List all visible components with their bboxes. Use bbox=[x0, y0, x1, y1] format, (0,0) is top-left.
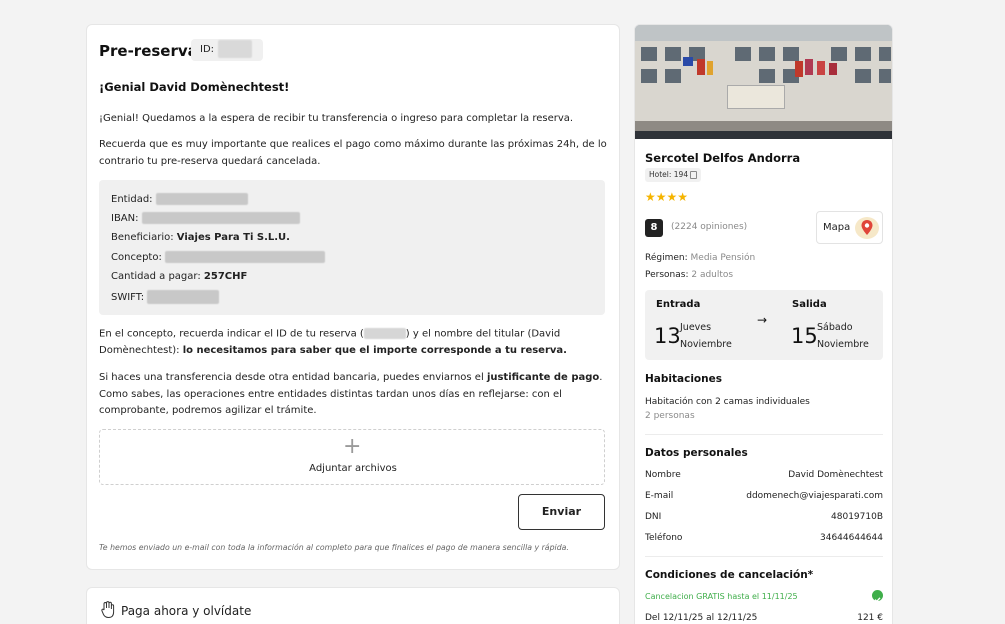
bank-concepto-redacted bbox=[165, 251, 326, 263]
bank-iban-redacted bbox=[141, 212, 300, 224]
cancel-range-price: 121 € bbox=[857, 613, 883, 623]
transfer-text-period: . bbox=[599, 372, 603, 383]
room-people: 2 personas bbox=[645, 411, 695, 421]
checkin-month: Noviembre bbox=[680, 339, 732, 350]
star-icon: ★ bbox=[677, 190, 689, 204]
concept-text-c: Domènechtest): bbox=[99, 345, 180, 356]
pay-now-title: Paga ahora y olvídate bbox=[121, 604, 252, 618]
star-icon: ★ bbox=[655, 190, 667, 204]
concept-text-a: En el concepto, recuerda indicar el ID d… bbox=[99, 328, 364, 340]
checkout-day: 15 bbox=[791, 324, 818, 348]
checkin-weekday: Jueves bbox=[680, 322, 712, 333]
rating-score: 8 bbox=[645, 219, 663, 237]
regimen-value: Media Pensión bbox=[690, 253, 756, 263]
star-icon: ★ bbox=[645, 190, 656, 204]
checkout-weekday: Sábado bbox=[817, 322, 853, 333]
bank-entidad-row: Entidad: bbox=[111, 193, 248, 205]
map-label: Mapa bbox=[823, 222, 851, 233]
bank-entidad-redacted bbox=[155, 193, 248, 205]
hand-wave-icon bbox=[101, 601, 115, 623]
personal-phone-label: Teléfono bbox=[645, 533, 683, 543]
transfer-text-line3: comprobante, podremos agilizar el trámit… bbox=[99, 405, 317, 416]
concept-text-b: ) y el nombre del titular (David bbox=[405, 328, 561, 340]
personal-dni-label: DNI bbox=[645, 512, 662, 522]
cancel-range: Del 12/11/25 al 12/11/25 bbox=[645, 613, 758, 623]
divider bbox=[645, 434, 883, 435]
concept-text-line1: En el concepto, recuerda indicar el ID d… bbox=[99, 328, 560, 340]
greeting-heading: ¡Genial David Domènechtest! bbox=[99, 80, 290, 94]
personal-name-label: Nombre bbox=[645, 470, 681, 480]
attach-files-label: Adjuntar archivos bbox=[309, 463, 397, 474]
copy-icon[interactable] bbox=[690, 171, 698, 179]
regimen-label: Régimen: bbox=[645, 253, 688, 263]
concept-id-redacted bbox=[363, 328, 406, 339]
personal-data-title: Datos personales bbox=[645, 447, 748, 459]
bank-details-box: Entidad: IBAN: Beneficiario: Viajes Para… bbox=[99, 180, 605, 315]
bank-swift-label: SWIFT: bbox=[111, 292, 145, 303]
bank-beneficiario-value: Viajes Para Ti S.L.U. bbox=[176, 232, 290, 243]
bank-entidad-label: Entidad: bbox=[111, 194, 153, 205]
checkout-month: Noviembre bbox=[817, 339, 869, 350]
star-icon: ★ bbox=[666, 190, 678, 204]
personal-email-label: E-mail bbox=[645, 491, 674, 501]
intro-text: ¡Genial! Quedamos a la espera de recibir… bbox=[99, 113, 574, 124]
review-count[interactable]: (2224 opiniones) bbox=[671, 222, 747, 232]
transfer-text-bold: justificante de pago bbox=[486, 372, 600, 383]
hotel-stars: ★★★★ bbox=[645, 186, 688, 205]
personas-label: Personas: bbox=[645, 270, 689, 280]
deadline-text-line1: Recuerda que es muy importante que reali… bbox=[99, 139, 607, 150]
reservation-id-label: ID: bbox=[200, 44, 215, 55]
transfer-text-line2: Como sabes, las operaciones entre entida… bbox=[99, 389, 562, 400]
map-pin-icon bbox=[855, 217, 879, 239]
plus-icon: + bbox=[343, 434, 362, 459]
bank-iban-row: IBAN: bbox=[111, 212, 300, 224]
personal-dni-value: 48019710B bbox=[831, 512, 883, 522]
divider bbox=[645, 556, 883, 557]
check-circle-icon bbox=[872, 590, 883, 603]
transfer-text-line1: Si haces una transferencia desde otra en… bbox=[99, 372, 602, 383]
bank-beneficiario-row: Beneficiario: Viajes Para Ti S.L.U. bbox=[111, 232, 290, 243]
hotel-tag-badge: Hotel: 194 bbox=[645, 168, 702, 182]
bank-beneficiario-label: Beneficiario: bbox=[111, 232, 174, 243]
bank-cantidad-label: Cantidad a pagar: bbox=[111, 271, 201, 282]
free-cancel-text: Cancelacion GRATIS hasta el 11/11/25 bbox=[645, 592, 798, 601]
arrow-right-icon: → bbox=[757, 313, 768, 327]
checkin-day: 13 bbox=[654, 324, 681, 348]
personas-value: 2 adultos bbox=[691, 270, 734, 280]
personal-phone-value: 34644644644 bbox=[820, 533, 883, 543]
concept-text-bold: lo necesitamos para saber que el importe… bbox=[182, 345, 567, 356]
dates-box: Entrada Salida 13 Jueves Noviembre → 15 … bbox=[645, 290, 883, 360]
deadline-text-line2: contrario tu pre-reserva quedará cancela… bbox=[99, 156, 321, 167]
send-button[interactable]: Enviar bbox=[518, 494, 605, 530]
cancel-title: Condiciones de cancelación* bbox=[645, 569, 814, 581]
personas-row: Personas: 2 adultos bbox=[645, 270, 733, 280]
checkin-label: Entrada bbox=[656, 299, 701, 310]
email-sent-note: Te hemos enviado un e-mail con toda la i… bbox=[99, 543, 569, 552]
bank-swift-row: SWIFT: bbox=[111, 290, 220, 304]
hotel-photo bbox=[635, 25, 892, 139]
room-description: Habitación con 2 camas individuales bbox=[645, 397, 810, 407]
bank-cantidad-row: Cantidad a pagar: 257CHF bbox=[111, 271, 247, 282]
checkout-label: Salida bbox=[792, 299, 827, 310]
attach-files-dropzone[interactable]: + Adjuntar archivos bbox=[99, 429, 605, 485]
bank-concepto-row: Concepto: bbox=[111, 251, 326, 263]
bank-cantidad-value: 257CHF bbox=[203, 271, 248, 282]
hotel-tag-text: Hotel: 194 bbox=[649, 170, 689, 179]
hotel-name[interactable]: Sercotel Delfos Andorra bbox=[645, 151, 800, 165]
bank-swift-redacted bbox=[147, 290, 220, 304]
bank-concepto-label: Concepto: bbox=[111, 252, 162, 263]
transfer-text-a: Si haces una transferencia desde otra en… bbox=[99, 372, 484, 383]
page-title: Pre-reserva bbox=[99, 42, 198, 60]
personal-email-value: ddomenech@viajesparati.com bbox=[746, 491, 883, 501]
regimen-row: Régimen: Media Pensión bbox=[645, 253, 755, 263]
reservation-id-badge: ID: bbox=[191, 39, 263, 61]
personal-name-value: David Domènechtest bbox=[788, 470, 883, 480]
bank-iban-label: IBAN: bbox=[111, 213, 139, 224]
concept-text-line2: Domènechtest): lo necesitamos para saber… bbox=[99, 345, 567, 356]
rooms-title: Habitaciones bbox=[645, 373, 722, 385]
map-button[interactable]: Mapa bbox=[816, 211, 883, 244]
reservation-id-redacted bbox=[218, 40, 253, 58]
